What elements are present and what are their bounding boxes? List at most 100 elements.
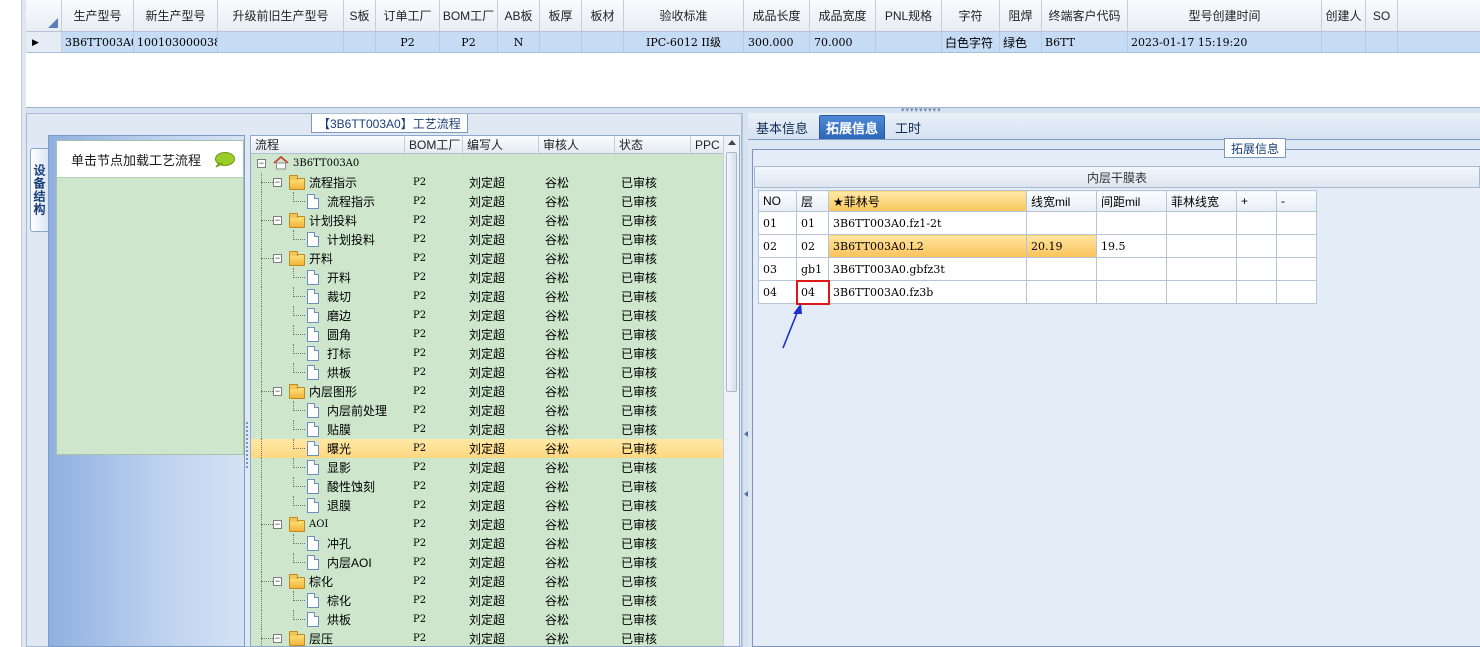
model-grid[interactable]: 生产型号 新生产型号 升级前旧生产型号 S板 订单工厂 BOM工厂 AB板 板厚 板材 验收标准成… bbox=[26, 0, 1480, 108]
column-header[interactable]: AB板 bbox=[498, 0, 540, 31]
tree-row-group[interactable]: − 开料 P2 刘定超 谷松 已审核 bbox=[251, 249, 739, 268]
film-column-header[interactable]: 间距mil bbox=[1096, 190, 1167, 212]
tree-row-group[interactable]: − 层压 P2 刘定超 谷松 已审核 bbox=[251, 629, 739, 646]
tree-row-group[interactable]: − 计划投料 P2 刘定超 谷松 已审核 bbox=[251, 211, 739, 230]
select-all-icon[interactable] bbox=[48, 18, 58, 28]
film-cell[interactable] bbox=[1096, 211, 1167, 235]
column-header[interactable]: 型号创建时间 bbox=[1128, 0, 1322, 31]
grid-cell[interactable] bbox=[218, 32, 344, 52]
collapse-icon[interactable]: − bbox=[273, 178, 282, 187]
splitter-grip-left[interactable] bbox=[245, 420, 249, 490]
column-header[interactable]: 字符 bbox=[942, 0, 1000, 31]
film-row[interactable]: 01 01 3B6TT003A0.fz1-2t bbox=[758, 211, 1317, 235]
column-header[interactable]: S板 bbox=[344, 0, 376, 31]
film-column-header[interactable]: 线宽mil bbox=[1026, 190, 1097, 212]
column-header[interactable]: 新生产型号 bbox=[134, 0, 218, 31]
film-cell[interactable] bbox=[1276, 257, 1317, 281]
scroll-up-icon[interactable] bbox=[728, 140, 736, 145]
tree-row-step[interactable]: 裁切 P2 刘定超 谷松 已审核 bbox=[251, 287, 739, 306]
tab-work-hours[interactable]: 工时 bbox=[889, 115, 927, 139]
tree-scrollbar[interactable] bbox=[723, 136, 739, 646]
film-column-header[interactable]: - bbox=[1276, 190, 1317, 212]
collapse-icon[interactable]: − bbox=[273, 387, 282, 396]
tree-row-group[interactable]: − 内层图形 P2 刘定超 谷松 已审核 bbox=[251, 382, 739, 401]
grid-cell[interactable]: B6TT bbox=[1042, 32, 1128, 52]
collapse-icon[interactable]: − bbox=[273, 254, 282, 263]
film-row[interactable]: 03 gb1 3B6TT003A0.gbfz3t bbox=[758, 257, 1317, 281]
column-header[interactable]: 板厚 bbox=[540, 0, 582, 31]
film-cell[interactable] bbox=[1026, 280, 1097, 304]
tree-row-step[interactable]: 开料 P2 刘定超 谷松 已审核 bbox=[251, 268, 739, 287]
model-grid-row[interactable]: ▶3B6TT003A010010300003822P2P2NIPC-6012 I… bbox=[26, 32, 1480, 53]
grid-cell[interactable]: 绿色 bbox=[1000, 32, 1042, 52]
film-cell[interactable] bbox=[1236, 234, 1277, 258]
grid-cell[interactable] bbox=[1322, 32, 1366, 52]
tree-row-step[interactable]: 曝光 P2 刘定超 谷松 已审核 bbox=[251, 439, 739, 458]
column-header[interactable]: 验收标准 bbox=[624, 0, 744, 31]
film-row[interactable]: 04 04 3B6TT003A0.fz3b bbox=[758, 279, 1317, 305]
tree-row-step[interactable]: 烘板 P2 刘定超 谷松 已审核 bbox=[251, 363, 739, 382]
film-cell[interactable] bbox=[1276, 211, 1317, 235]
tree-row-step[interactable]: 退膜 P2 刘定超 谷松 已审核 bbox=[251, 496, 739, 515]
film-cell[interactable]: 03 bbox=[758, 257, 797, 281]
tree-column-header[interactable]: 流程 bbox=[251, 136, 405, 153]
load-process-panel[interactable]: 单击节点加载工艺流程 bbox=[56, 140, 244, 455]
grid-cell[interactable]: 白色字符 bbox=[942, 32, 1000, 52]
film-cell[interactable] bbox=[1026, 257, 1097, 281]
column-header[interactable]: 板材 bbox=[582, 0, 624, 31]
row-pointer-icon[interactable]: ▶ bbox=[26, 32, 62, 52]
tree-row-step[interactable]: 冲孔 P2 刘定超 谷松 已审核 bbox=[251, 534, 739, 553]
film-column-header[interactable]: NO bbox=[758, 190, 797, 212]
film-cell[interactable] bbox=[1166, 257, 1237, 281]
grid-cell[interactable]: P2 bbox=[376, 32, 440, 52]
grid-corner[interactable] bbox=[26, 0, 62, 31]
film-column-header[interactable]: ★菲林号 bbox=[828, 190, 1027, 212]
film-cell[interactable] bbox=[1096, 280, 1167, 304]
film-cell[interactable]: 02 bbox=[758, 234, 797, 258]
tree-row-step[interactable]: 内层AOI P2 刘定超 谷松 已审核 bbox=[251, 553, 739, 572]
film-cell[interactable] bbox=[1026, 211, 1097, 235]
grid-cell[interactable]: 2023-01-17 15:19:20 bbox=[1128, 32, 1322, 52]
column-header[interactable]: PNL规格 bbox=[876, 0, 942, 31]
tree-row-group[interactable]: − AOI P2 刘定超 谷松 已审核 bbox=[251, 515, 739, 534]
grid-cell[interactable]: 3B6TT003A0 bbox=[62, 32, 134, 52]
column-header[interactable]: 终端客户代码 bbox=[1042, 0, 1128, 31]
tree-column-header[interactable]: 编写人 bbox=[463, 136, 539, 153]
film-cell[interactable]: 3B6TT003A0.fz3b bbox=[828, 280, 1027, 304]
column-header[interactable]: 升级前旧生产型号 bbox=[218, 0, 344, 31]
process-tree-grid[interactable]: 流程 BOM工厂 编写人 审核人 状态 PPC − 3B6TT003A0 − 流程指示 P2 刘定超… bbox=[250, 135, 740, 647]
film-cell[interactable] bbox=[1166, 211, 1237, 235]
tree-row-group[interactable]: − 棕化 P2 刘定超 谷松 已审核 bbox=[251, 572, 739, 591]
scroll-thumb[interactable] bbox=[726, 152, 737, 392]
tree-row-step[interactable]: 显影 P2 刘定超 谷松 已审核 bbox=[251, 458, 739, 477]
tree-row-step[interactable]: 内层前处理 P2 刘定超 谷松 已审核 bbox=[251, 401, 739, 420]
film-cell[interactable] bbox=[1236, 257, 1277, 281]
film-cell[interactable]: gb1 bbox=[796, 257, 829, 281]
film-cell[interactable]: 20.19 bbox=[1026, 234, 1097, 258]
tree-row-group[interactable]: − 流程指示 P2 刘定超 谷松 已审核 bbox=[251, 173, 739, 192]
film-column-header[interactable]: + bbox=[1236, 190, 1277, 212]
tree-row-step[interactable]: 磨边 P2 刘定超 谷松 已审核 bbox=[251, 306, 739, 325]
column-header[interactable]: 成品长度 bbox=[744, 0, 810, 31]
grid-cell[interactable] bbox=[582, 32, 624, 52]
tab-equipment-structure[interactable]: 设备结构 bbox=[30, 148, 48, 232]
film-row[interactable]: 02 02 3B6TT003A0.L2 20.19 19.5 bbox=[758, 234, 1317, 258]
grid-cell[interactable]: 10010300003822 bbox=[134, 32, 218, 52]
film-cell[interactable]: 3B6TT003A0.L2 bbox=[828, 234, 1027, 258]
tree-column-header[interactable]: BOM工厂 bbox=[405, 136, 463, 153]
column-header[interactable]: 阻焊 bbox=[1000, 0, 1042, 31]
column-header[interactable]: SO bbox=[1366, 0, 1398, 31]
film-cell[interactable] bbox=[1166, 234, 1237, 258]
tree-row-step[interactable]: 计划投料 P2 刘定超 谷松 已审核 bbox=[251, 230, 739, 249]
grid-cell[interactable]: IPC-6012 II级 bbox=[624, 32, 744, 52]
film-cell[interactable]: 02 bbox=[796, 234, 829, 258]
film-cell[interactable] bbox=[1236, 280, 1277, 304]
film-cell[interactable]: 3B6TT003A0.fz1-2t bbox=[828, 211, 1027, 235]
tree-row-step[interactable]: 打标 P2 刘定超 谷松 已审核 bbox=[251, 344, 739, 363]
film-column-header[interactable]: 层 bbox=[796, 190, 829, 212]
grid-cell[interactable]: P2 bbox=[440, 32, 498, 52]
column-header[interactable]: 生产型号 bbox=[62, 0, 134, 31]
film-cell[interactable] bbox=[1236, 211, 1277, 235]
film-cell[interactable] bbox=[1166, 280, 1237, 304]
tree-row-step[interactable]: 棕化 P2 刘定超 谷松 已审核 bbox=[251, 591, 739, 610]
